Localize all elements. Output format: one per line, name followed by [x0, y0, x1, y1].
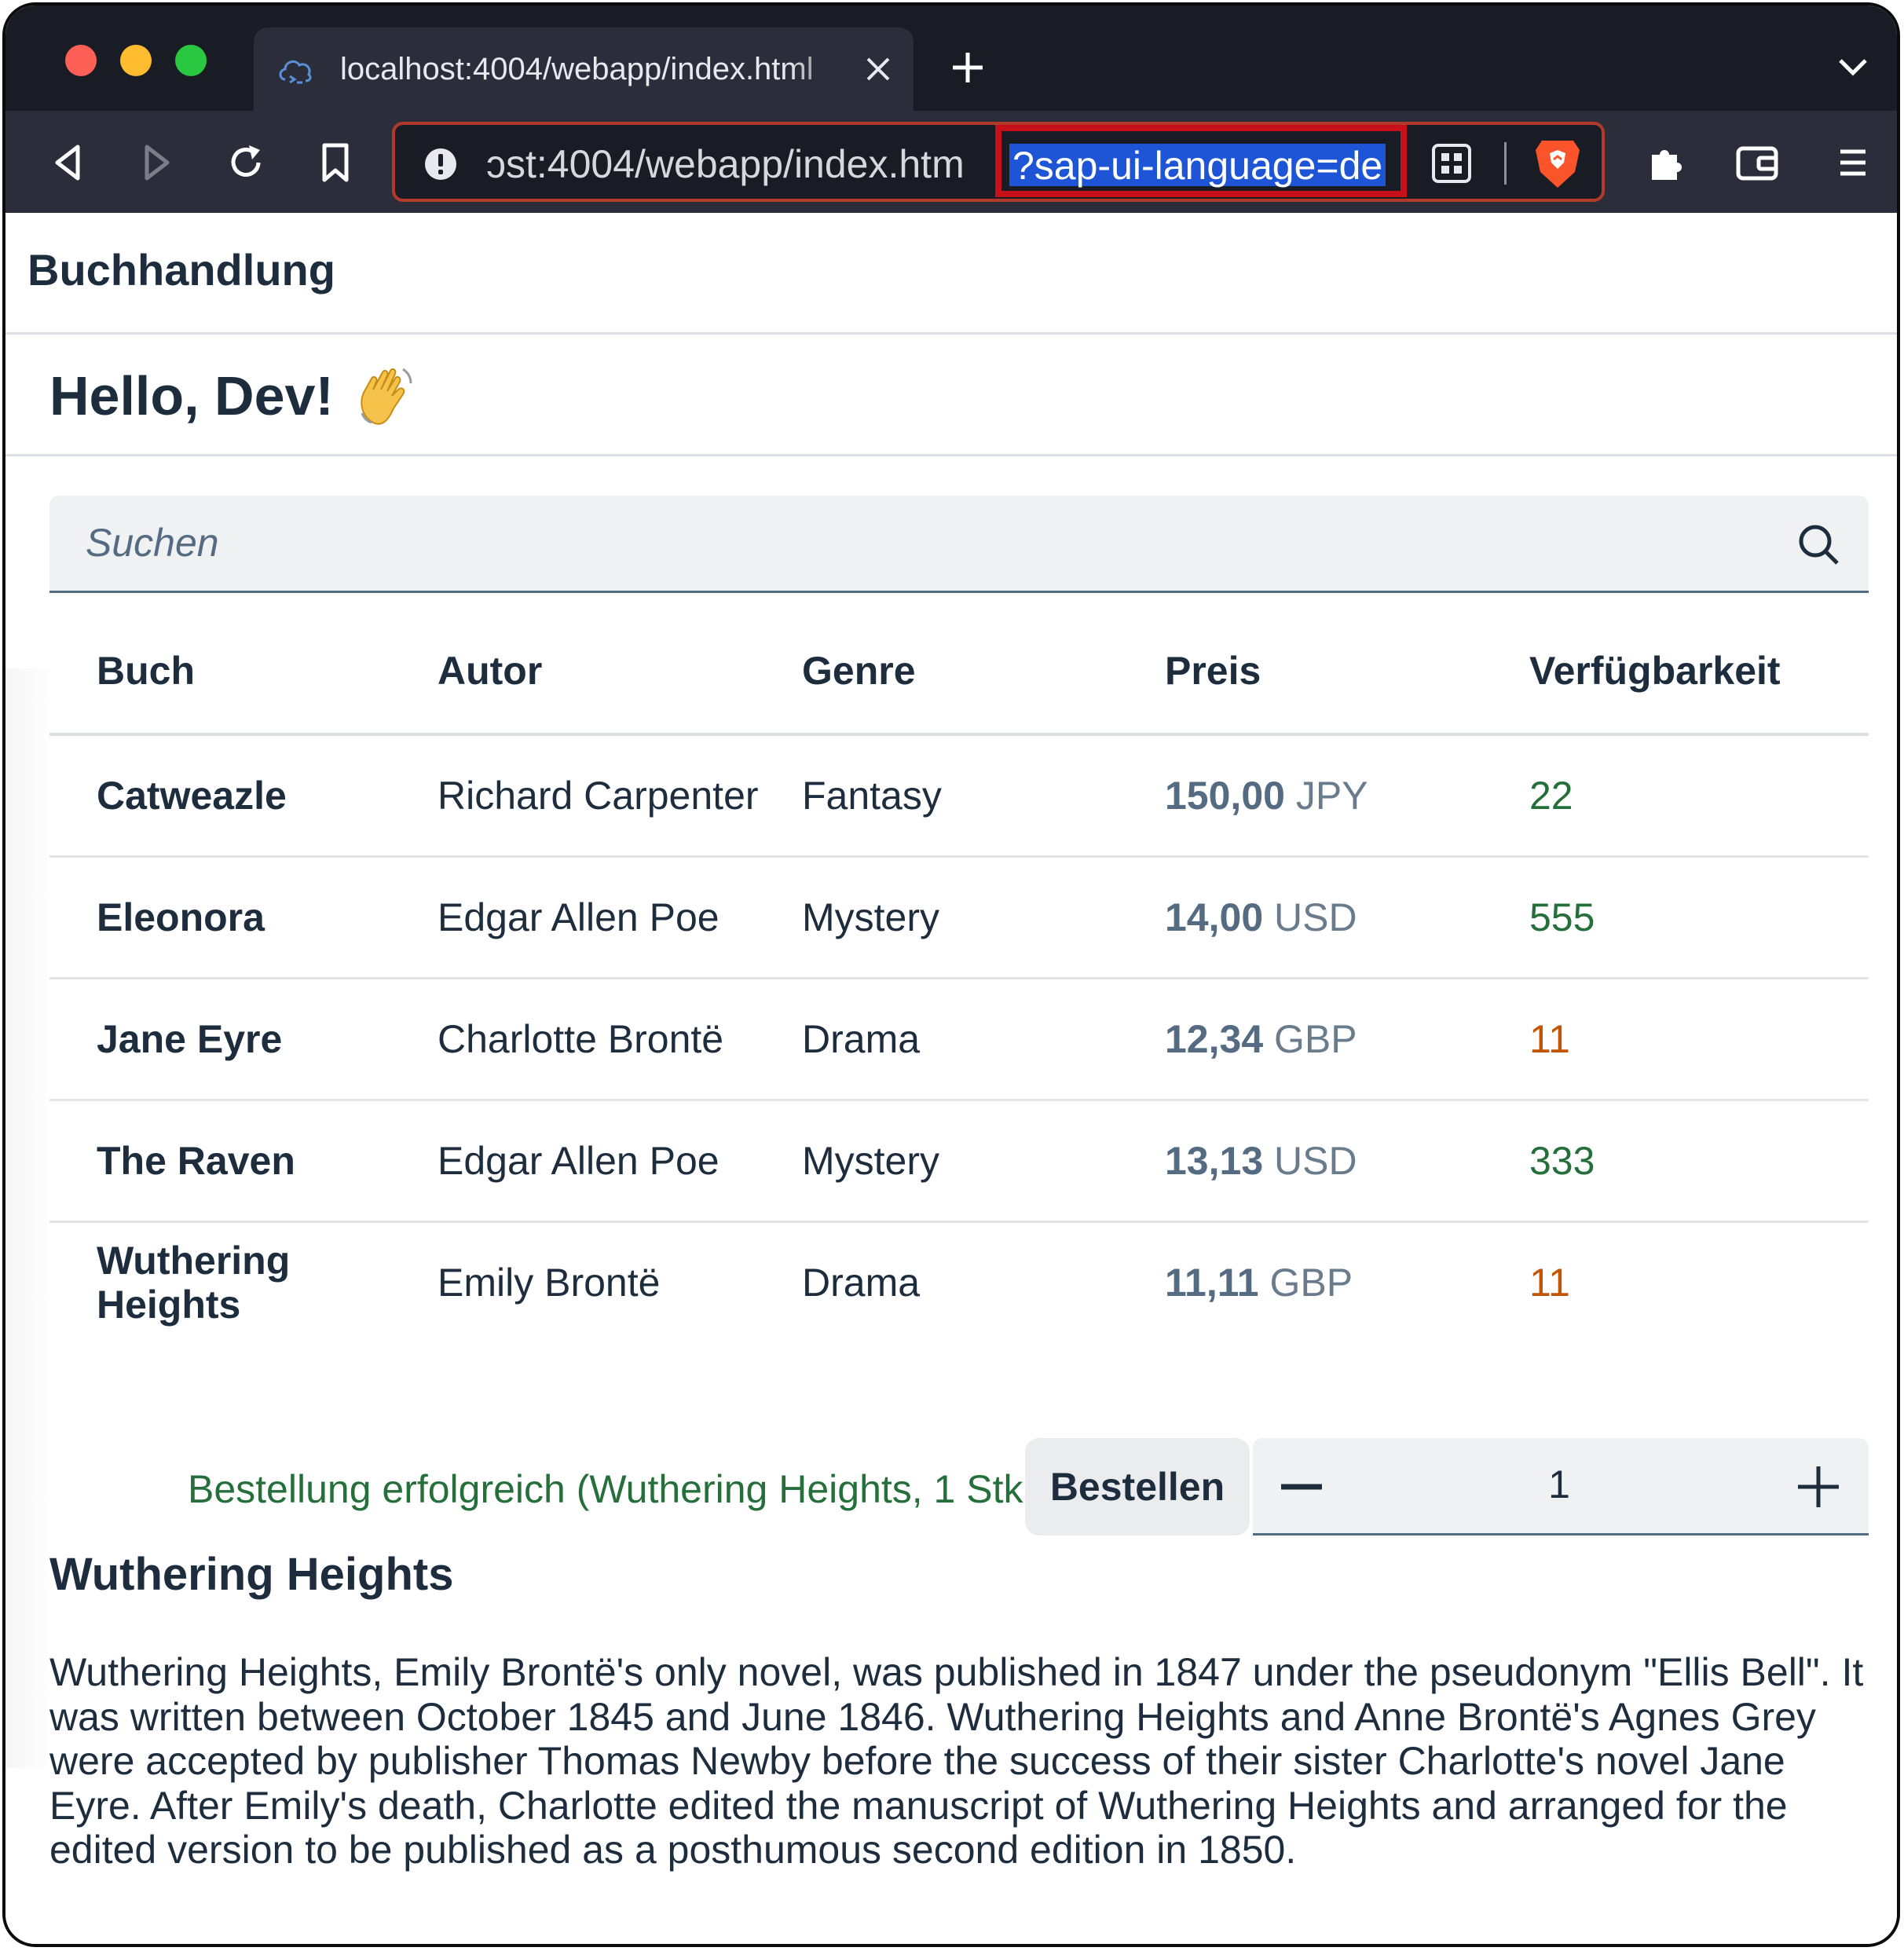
browser-toolbar: ɔst:4004/webapp/index.htm ?sap-ui-langua…	[5, 111, 1897, 213]
price-currency: USD	[1274, 1139, 1357, 1183]
minimize-window-button[interactable]	[120, 45, 152, 76]
cloud-favicon-icon	[279, 60, 312, 84]
order-button[interactable]: Bestellen	[1025, 1438, 1250, 1536]
tab-title: localhost:4004/webapp/index.html	[340, 52, 814, 86]
price-currency: GBP	[1269, 1261, 1353, 1305]
maximize-window-button[interactable]	[175, 45, 207, 76]
forward-arrow-icon[interactable]	[133, 139, 180, 186]
cell-author: Charlotte Brontë	[438, 1017, 724, 1061]
new-tab-icon[interactable]	[948, 48, 987, 87]
cell-price: 11,11 GBP	[1165, 1261, 1353, 1305]
cell-book: Catweazle	[97, 774, 287, 818]
bookmark-icon[interactable]	[312, 139, 359, 186]
quantity-value[interactable]: 1	[1488, 1462, 1630, 1507]
search-field[interactable]	[49, 496, 1869, 593]
table-row[interactable]: Wuthering Heights Emily Brontë Drama 11,…	[49, 1223, 1869, 1349]
cell-availability: 11	[1529, 1261, 1570, 1305]
cell-price: 14,00 USD	[1165, 895, 1357, 939]
cell-book: Wuthering Heights	[97, 1239, 291, 1327]
info-icon[interactable]	[423, 147, 458, 181]
price-amount: 150,00	[1165, 774, 1285, 818]
plus-icon[interactable]	[1787, 1455, 1850, 1518]
shell-bar: Buchhandlung	[5, 213, 1897, 335]
column-header-price[interactable]: Preis	[1165, 648, 1261, 694]
qr-code-icon[interactable]	[1430, 142, 1473, 185]
page-content: Buchhandlung Hello, Dev! Buch Autor Genr…	[5, 213, 1897, 1944]
cell-author: Edgar Allen Poe	[438, 1139, 719, 1183]
search-input[interactable]	[49, 496, 1778, 590]
table-header: Buch Autor Genre Preis Verfügbarkeit	[49, 615, 1869, 736]
order-success-message: Bestellung erfolgreich (Wuthering Height…	[188, 1467, 1048, 1511]
search-icon[interactable]	[1795, 521, 1842, 568]
price-currency: GBP	[1274, 1017, 1357, 1061]
minus-icon[interactable]	[1270, 1455, 1333, 1518]
app-title: Buchhandlung	[27, 245, 335, 295]
detail-description: Wuthering Heights, Emily Brontë's only n…	[49, 1650, 1864, 1872]
cell-book: Eleonora	[97, 895, 265, 939]
price-amount: 11,11	[1165, 1261, 1259, 1305]
url-annotation-box: ?sap-ui-language=de	[995, 125, 1407, 197]
brave-shield-icon[interactable]	[1532, 136, 1583, 191]
column-header-author[interactable]: Autor	[438, 648, 542, 694]
table-row[interactable]: Jane Eyre Charlotte Brontë Drama 12,34 G…	[49, 979, 1869, 1101]
reload-icon[interactable]	[222, 139, 269, 186]
table-row[interactable]: Catweazle Richard Carpenter Fantasy 150,…	[49, 736, 1869, 858]
close-window-button[interactable]	[65, 45, 97, 76]
tab-strip: localhost:4004/webapp/index.html	[5, 5, 1897, 111]
url-text: ɔst:4004/webapp/index.htm	[486, 142, 965, 186]
chevron-down-icon[interactable]	[1836, 54, 1870, 81]
cell-availability: 555	[1529, 895, 1595, 939]
greeting-header: Hello, Dev!	[5, 335, 1897, 456]
puzzle-icon[interactable]	[1641, 139, 1688, 186]
books-table: Buch Autor Genre Preis Verfügbarkeit Cat…	[49, 615, 1869, 1349]
price-amount: 12,34	[1165, 1017, 1264, 1061]
cell-price: 12,34 GBP	[1165, 1017, 1357, 1061]
price-amount: 13,13	[1165, 1139, 1264, 1183]
price-amount: 14,00	[1165, 895, 1264, 939]
greeting-title: Hello, Dev!	[49, 365, 334, 426]
waving-hand-icon	[361, 368, 412, 425]
close-tab-icon[interactable]	[860, 51, 896, 87]
cell-author: Emily Brontë	[438, 1261, 661, 1305]
table-row[interactable]: Eleonora Edgar Allen Poe Mystery 14,00 U…	[49, 858, 1869, 979]
cell-genre: Drama	[802, 1017, 921, 1061]
hamburger-menu-icon[interactable]	[1829, 139, 1877, 186]
browser-tab[interactable]: localhost:4004/webapp/index.html	[254, 27, 914, 111]
cell-price: 150,00 JPY	[1165, 774, 1368, 818]
order-bar: Bestellung erfolgreich (Wuthering Height…	[5, 1438, 1897, 1540]
cell-author: Edgar Allen Poe	[438, 895, 719, 939]
cell-genre: Drama	[802, 1261, 921, 1305]
cell-book: Jane Eyre	[97, 1017, 283, 1061]
cell-availability: 11	[1529, 1017, 1570, 1061]
cell-price: 13,13 USD	[1165, 1139, 1357, 1183]
cell-author: Richard Carpenter	[438, 774, 759, 818]
column-header-genre[interactable]: Genre	[802, 648, 916, 694]
price-currency: USD	[1274, 895, 1357, 939]
cell-availability: 333	[1529, 1139, 1595, 1183]
cell-book: The Raven	[97, 1139, 295, 1183]
column-header-availability[interactable]: Verfügbarkeit	[1529, 648, 1781, 694]
url-selected-query[interactable]: ?sap-ui-language=de	[1009, 144, 1386, 188]
cell-genre: Mystery	[802, 1139, 939, 1183]
cell-genre: Mystery	[802, 895, 939, 939]
address-bar[interactable]: ɔst:4004/webapp/index.htm ?sap-ui-langua…	[392, 122, 1605, 202]
cell-genre: Fantasy	[802, 774, 942, 818]
browser-window: localhost:4004/webapp/index.html ɔst:400…	[2, 2, 1900, 1947]
price-currency: JPY	[1295, 774, 1368, 818]
detail-title: Wuthering Heights	[49, 1549, 454, 1600]
cell-availability: 22	[1529, 774, 1573, 818]
column-header-book[interactable]: Buch	[97, 648, 195, 694]
table-row[interactable]: The Raven Edgar Allen Poe Mystery 13,13 …	[49, 1101, 1869, 1223]
quantity-stepper[interactable]: 1	[1253, 1438, 1869, 1536]
back-arrow-icon[interactable]	[46, 139, 93, 186]
wallet-icon[interactable]	[1734, 139, 1781, 186]
